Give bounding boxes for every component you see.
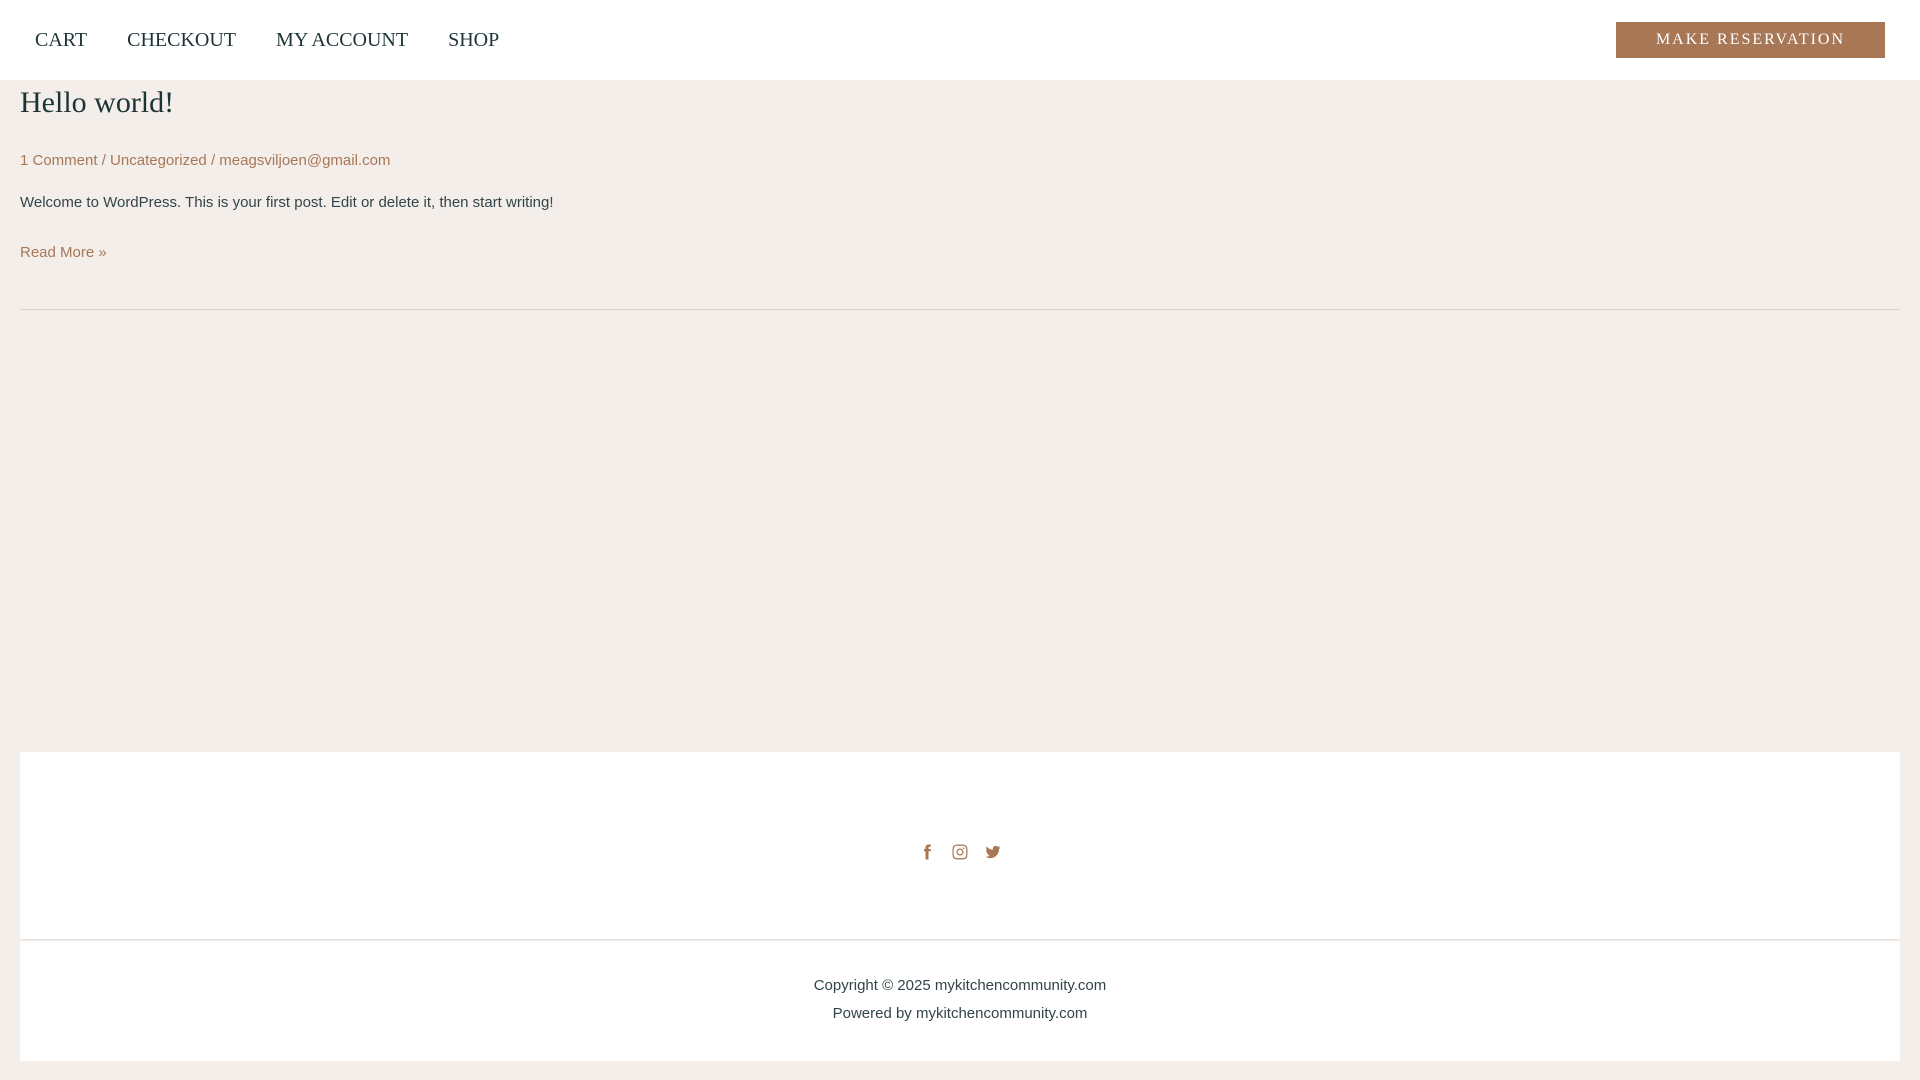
powered-by-text: Powered by mykitchencommunity.com bbox=[832, 1005, 1088, 1022]
make-reservation-button[interactable]: MAKE RESERVATION bbox=[1616, 22, 1885, 58]
main-nav: CART CHECKOUT MY ACCOUNT SHOP bbox=[15, 0, 519, 80]
nav-item-shop[interactable]: SHOP bbox=[428, 0, 519, 80]
post-divider bbox=[20, 309, 1900, 310]
site-header: CART CHECKOUT MY ACCOUNT SHOP MAKE RESER… bbox=[0, 0, 1920, 80]
post-meta: 1 Comment / Uncategorized / meagsviljoen… bbox=[20, 151, 390, 171]
instagram-icon[interactable] bbox=[951, 842, 970, 861]
meta-separator: / bbox=[101, 152, 111, 169]
copyright-text: Copyright © 2025 mykitchencommunity.com bbox=[813, 977, 1107, 994]
social-icons bbox=[20, 842, 1900, 861]
nav-item-checkout[interactable]: CHECKOUT bbox=[107, 0, 256, 80]
read-more-link[interactable]: Read More » bbox=[20, 243, 107, 263]
facebook-icon[interactable] bbox=[918, 842, 937, 861]
footer-social-section bbox=[20, 752, 1900, 940]
post-category-link[interactable]: Uncategorized bbox=[110, 152, 207, 169]
post-excerpt: Welcome to WordPress. This is your first… bbox=[20, 194, 554, 211]
post-comments-link[interactable]: 1 Comment bbox=[20, 152, 98, 169]
post-author-link[interactable]: meagsviljoen@gmail.com bbox=[219, 152, 390, 169]
nav-item-cart[interactable]: CART bbox=[15, 0, 107, 80]
twitter-icon[interactable] bbox=[984, 842, 1003, 861]
nav-item-my-account[interactable]: MY ACCOUNT bbox=[256, 0, 428, 80]
footer-bottom: Copyright © 2025 mykitchencommunity.com … bbox=[20, 941, 1900, 1061]
post-title[interactable]: Hello world! bbox=[20, 83, 174, 123]
